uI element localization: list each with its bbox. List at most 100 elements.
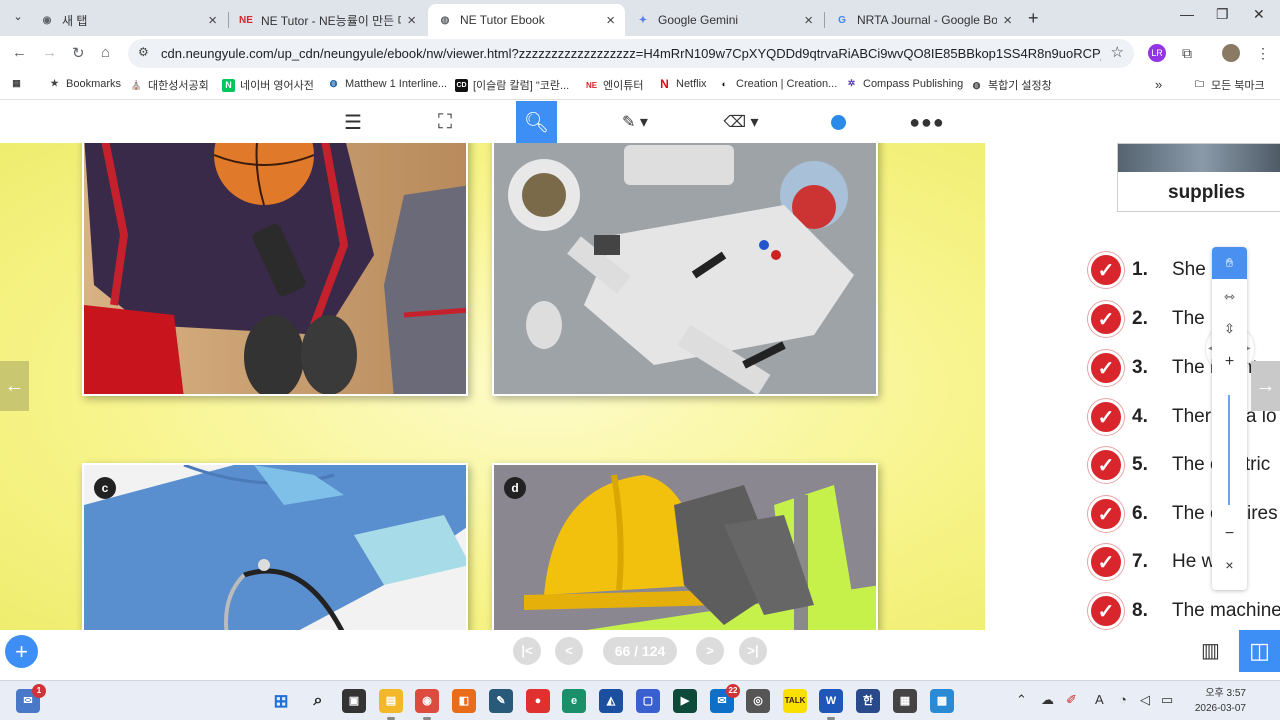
hand-tool-icon[interactable]: ✋︎ [1212, 247, 1247, 279]
more-menu-icon[interactable]: ⋮ [1254, 44, 1272, 62]
close-icon[interactable]: × [208, 12, 217, 29]
window-close-icon[interactable]: ✕ [1253, 6, 1265, 23]
close-icon[interactable]: × [407, 12, 416, 29]
tab-title: Google Gemini [658, 13, 739, 27]
language-icon[interactable]: A [1095, 692, 1104, 707]
fit-width-icon[interactable]: ⇿ [1212, 289, 1247, 305]
table-of-contents-icon[interactable]: ☰ [333, 101, 373, 143]
zoom-control-panel: ✋︎ ⇿ ⇳ + − × [1212, 247, 1247, 590]
bookmark-item[interactable]: ⛪ 대한성서공회 [130, 77, 209, 93]
bookmark-item[interactable]: N Netflix [658, 77, 706, 91]
app-icon[interactable]: ▶ [673, 689, 697, 713]
recorder-icon[interactable]: ● [526, 689, 550, 713]
back-icon[interactable]: ← [12, 44, 27, 61]
fit-height-icon[interactable]: ⇳ [1212, 321, 1247, 337]
hwp-icon[interactable]: 한 [856, 689, 880, 713]
home-icon[interactable]: ⌂ [101, 44, 110, 61]
bookmark-star-icon[interactable]: ☆ [1111, 43, 1124, 61]
volume-icon[interactable]: ◁ [1140, 692, 1150, 708]
tab-search-chevron-icon[interactable]: ⌄ [8, 7, 28, 27]
new-tab-button[interactable]: + [1028, 8, 1039, 29]
wifi-icon[interactable]: ◔ [1119, 692, 1127, 707]
bookmark-item[interactable]: NE 엔이튜터 [585, 77, 644, 93]
color-picker-dot[interactable] [826, 101, 850, 143]
globe-icon: ◍ [972, 79, 981, 90]
calculator-icon[interactable]: ▦ [893, 689, 917, 713]
bookmark-label: 대한성서공회 [148, 80, 209, 92]
tab-google-gemini[interactable]: ✦ Google Gemini × [626, 4, 823, 36]
pen-tool-icon[interactable]: ✎ ▾ [610, 101, 660, 143]
bookmark-item[interactable]: ✲ Compass Publishing [845, 77, 964, 90]
more-options-icon[interactable]: ●●● [909, 101, 944, 143]
windows-taskbar: ✉ 1 ⊞ ⌕ ▣ ▤ ◉ ◧ ✎ ● e ◭ ▢ ▶ ✉ 22 ◎ TALK W … [0, 680, 1280, 720]
bookmark-item[interactable]: ◐ Creation | Creation... [718, 77, 838, 90]
tab-strip: ⌄ ◉ 새 탭 × NE NE Tutor - NE능률이 만든 대한 × ◍ … [0, 0, 1280, 36]
bookmark-item[interactable]: N 네이버 영어사전 [222, 77, 314, 93]
first-page-icon[interactable]: |< [513, 637, 541, 665]
bookmark-item[interactable]: ◍ 복합기 설정창 [970, 77, 1052, 93]
user-avatar[interactable] [1222, 44, 1240, 62]
ime-icon[interactable]: ✐ [1066, 692, 1077, 708]
edge-icon[interactable]: e [562, 689, 586, 713]
tab-new-tab[interactable]: ◉ 새 탭 × [30, 4, 227, 36]
mail-app-icon[interactable]: ✉ 1 [16, 684, 46, 713]
two-page-view-icon[interactable]: ◫ [1239, 630, 1280, 672]
close-icon[interactable]: × [1003, 12, 1012, 29]
office-app-icon[interactable]: ◧ [452, 689, 476, 713]
bookmark-item[interactable]: ★ Bookmarks [48, 77, 121, 90]
reload-icon[interactable]: ↻ [72, 44, 85, 62]
naver-dict-icon: N [222, 78, 235, 92]
tab-ne-tutor[interactable]: NE NE Tutor - NE능률이 만든 대한 × [229, 4, 426, 36]
chrome-icon[interactable]: ◉ [415, 689, 439, 720]
apps-icon[interactable]: ▦ [10, 77, 28, 90]
system-clock[interactable]: 오후 3:57 2026-03-07 [1190, 686, 1246, 716]
address-bar[interactable]: ⚙ cdn.neungyule.com/up_cdn/neungyule/ebo… [128, 39, 1134, 68]
bookmark-item[interactable]: CD [이슬람 칼럼] "코란... [455, 77, 569, 93]
zoom-slider[interactable] [1228, 395, 1230, 505]
battery-icon[interactable]: ▭ [1161, 692, 1173, 708]
prev-page-icon[interactable]: < [555, 637, 583, 665]
ebook-page[interactable]: c d ← supplies ✓ 1. She is ✓ 2. The ✓ 3.… [0, 143, 1280, 630]
file-explorer-icon[interactable]: ▤ [379, 689, 403, 720]
fullscreen-icon[interactable]: ⛶ [425, 101, 465, 143]
start-icon[interactable]: ⊞ [269, 689, 293, 713]
close-icon[interactable]: × [804, 12, 813, 29]
zoom-in-icon[interactable]: + [1212, 353, 1247, 371]
task-view-icon[interactable]: ▣ [342, 689, 366, 713]
library-icon[interactable]: ▥ [1201, 638, 1220, 663]
kakaotalk-icon[interactable]: TALK [783, 689, 807, 713]
next-page-icon[interactable]: > [696, 637, 724, 665]
page-indicator[interactable]: 66 / 124 [603, 637, 677, 665]
forward-icon[interactable]: → [42, 44, 57, 61]
all-bookmarks-folder[interactable]: 🗀 모든 북마크 [1193, 77, 1265, 93]
pen-app-icon[interactable]: ✎ [489, 689, 513, 713]
bookmark-item[interactable]: ◍ Matthew 1 Interline... [327, 77, 448, 90]
eraser-tool-icon[interactable]: ⌫ ▾ [716, 101, 766, 143]
word-icon[interactable]: W [819, 689, 843, 720]
site-info-icon[interactable]: ⚙ [138, 45, 149, 59]
app-store-icon[interactable]: ▩ [930, 689, 954, 713]
profile-avatar[interactable]: LR [1148, 44, 1166, 62]
window-app-icon[interactable]: ◎ [746, 689, 770, 713]
minimize-icon[interactable]: — [1180, 6, 1194, 22]
bookmarks-overflow-icon[interactable]: » [1155, 77, 1162, 92]
add-button[interactable]: + [5, 635, 38, 668]
tab-nrta-journal[interactable]: G NRTA Journal - Google Books × [825, 4, 1022, 36]
teams-icon[interactable]: ▢ [636, 689, 660, 713]
zoom-out-icon[interactable]: − [1212, 525, 1247, 543]
tab-ne-tutor-ebook[interactable]: ◍ NE Tutor Ebook × [428, 4, 625, 36]
close-icon[interactable]: × [606, 12, 615, 29]
prev-page-arrow-icon[interactable]: ← [0, 361, 29, 411]
restore-icon[interactable]: ❐ [1216, 6, 1229, 23]
zoom-icon[interactable]: 🔍︎ [516, 101, 557, 143]
cloud-icon[interactable]: ☁ [1041, 692, 1054, 708]
bookmark-label: [이슬람 칼럼] "코란... [473, 80, 570, 92]
outlook-icon[interactable]: ✉ 22 [710, 684, 740, 713]
next-page-arrow-icon[interactable]: → [1251, 361, 1280, 411]
tray-overflow-icon[interactable]: ⌃ [1016, 692, 1027, 708]
last-page-icon[interactable]: >| [739, 637, 767, 665]
extensions-icon[interactable]: ⧉ [1178, 44, 1196, 62]
photos-app-icon[interactable]: ◭ [599, 689, 623, 713]
search-icon[interactable]: ⌕ [306, 689, 330, 713]
close-zoom-icon[interactable]: × [1212, 557, 1247, 573]
